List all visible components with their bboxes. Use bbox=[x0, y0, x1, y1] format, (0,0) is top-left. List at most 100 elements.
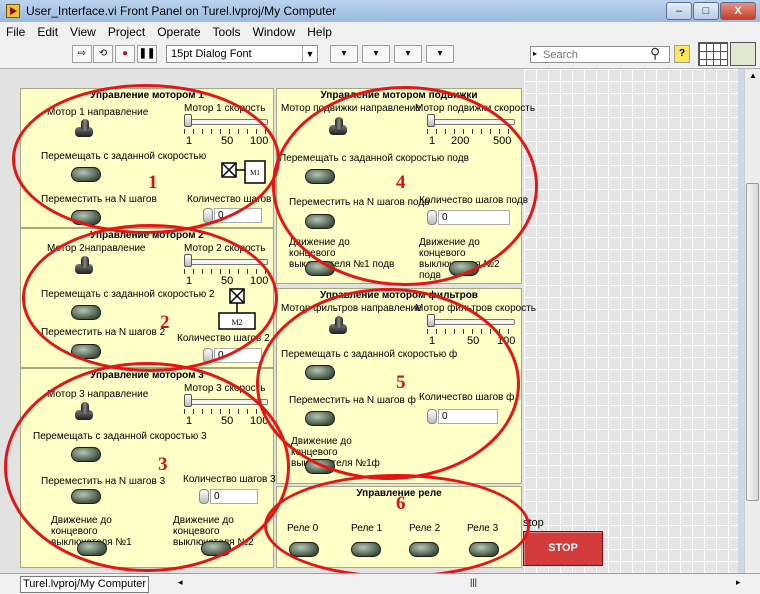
move-speed-label: Перемещать с заданной скоростью ф bbox=[281, 349, 458, 360]
limit-switch-2-button[interactable] bbox=[201, 541, 231, 556]
project-path: Turel.lvproj/My Computer bbox=[20, 576, 150, 593]
run-arrow-icon[interactable]: ⇨ bbox=[72, 45, 92, 63]
window-title: User_Interface.vi Front Panel on Turel.l… bbox=[26, 4, 337, 18]
abort-icon[interactable]: ● bbox=[115, 45, 135, 63]
move-speed-label: Перемещать с заданной скоростью подв bbox=[279, 153, 469, 164]
motor-direction-toggle[interactable] bbox=[73, 402, 95, 420]
font-selector-value: 15pt Dialog Font bbox=[171, 48, 252, 60]
move-speed-button[interactable] bbox=[305, 169, 335, 184]
resize-objects-icon[interactable]: ▾ bbox=[394, 45, 422, 63]
distribute-objects-icon[interactable]: ▾ bbox=[362, 45, 390, 63]
motor-direction-toggle[interactable] bbox=[327, 117, 349, 135]
limit-switch-1-button[interactable] bbox=[77, 541, 107, 556]
menu-project[interactable]: Project bbox=[102, 22, 151, 42]
scrollbar-thumb[interactable] bbox=[746, 183, 759, 501]
steps-count-label: Количество шагов подв bbox=[419, 195, 529, 206]
steps-count-label: Количество шагов bbox=[187, 194, 272, 205]
motor-speed-slider[interactable]: 1 50 100 bbox=[427, 313, 519, 349]
cluster-title: Управление мотором подвижки bbox=[320, 90, 478, 101]
move-n-steps-button[interactable] bbox=[71, 489, 101, 504]
vi-icon[interactable] bbox=[730, 42, 756, 66]
search-input[interactable] bbox=[541, 47, 645, 62]
cluster-title: Управление мотором 3 bbox=[90, 370, 204, 381]
move-n-steps-button[interactable] bbox=[71, 210, 101, 225]
move-speed-button[interactable] bbox=[71, 447, 101, 462]
scroll-up-icon[interactable]: ▲ bbox=[749, 71, 757, 80]
run-continuously-icon[interactable]: ⟲ bbox=[93, 45, 113, 63]
cluster-motor-1: Управление мотором 1 Мотор 1 направление… bbox=[20, 88, 274, 228]
cluster-title: Управление мотором фильтров bbox=[320, 290, 478, 301]
motor-direction-toggle[interactable] bbox=[327, 316, 349, 334]
scroll-left-icon[interactable]: ◂ bbox=[178, 577, 183, 588]
move-speed-label: Перемещать с заданной скоростью 3 bbox=[33, 431, 207, 442]
cluster-motor-3: Управление мотором 3 Мотор 3 направление… bbox=[20, 368, 276, 568]
relay-0-button[interactable] bbox=[289, 542, 319, 557]
steps-count-label: Количество шагов 3 bbox=[183, 474, 276, 485]
motor-direction-toggle[interactable] bbox=[73, 119, 95, 137]
vertical-scrollbar[interactable]: ▲ bbox=[744, 69, 760, 574]
motor-speed-slider[interactable]: 1 50 100 bbox=[184, 253, 272, 289]
motor-direction-label: Мотор 3 направление bbox=[47, 389, 149, 400]
limit-switch-2-button[interactable] bbox=[449, 261, 479, 276]
annotation-number-3: 3 bbox=[158, 454, 168, 475]
menu-view[interactable]: View bbox=[64, 22, 102, 42]
search-icon[interactable]: ⚲ bbox=[650, 45, 660, 62]
move-n-steps-button[interactable] bbox=[71, 344, 101, 359]
panel-grid bbox=[524, 69, 738, 574]
motor-speed-slider[interactable]: 1 50 100 bbox=[184, 393, 272, 429]
relay-3-label: Реле 3 bbox=[467, 523, 499, 534]
relay-3-button[interactable] bbox=[469, 542, 499, 557]
labview-window: User_Interface.vi Front Panel on Turel.l… bbox=[0, 0, 760, 594]
move-speed-button[interactable] bbox=[71, 305, 101, 320]
maximize-button[interactable]: □ bbox=[693, 2, 719, 20]
font-selector[interactable]: 15pt Dialog Font ▼ bbox=[166, 45, 318, 63]
minimize-button[interactable]: – bbox=[666, 2, 692, 20]
motor-direction-label: Мотор 2направление bbox=[47, 243, 146, 254]
move-n-steps-label: Переместить на N шагов bbox=[41, 194, 157, 205]
motor-direction-toggle[interactable] bbox=[73, 256, 95, 274]
motor-direction-label: Мотор фильтров направление bbox=[281, 303, 422, 314]
menu-tools[interactable]: Tools bbox=[207, 22, 247, 42]
toolbar: ⇨ ⟲ ● ❚❚ 15pt Dialog Font ▼ ▾ ▾ ▾ ▾ ▸ ⚲ ? bbox=[0, 42, 760, 69]
steps-count-label: Количество шагов 2 bbox=[177, 333, 270, 344]
search-box[interactable]: ▸ bbox=[530, 46, 670, 63]
scroll-grip-icon[interactable]: ||| bbox=[470, 577, 477, 587]
motor-speed-slider[interactable]: 1 50 100 bbox=[184, 113, 272, 149]
move-n-steps-label: Переместить на N шагов 3 bbox=[41, 476, 166, 487]
scroll-right-icon[interactable]: ▸ bbox=[736, 577, 741, 588]
pause-icon[interactable]: ❚❚ bbox=[137, 45, 157, 63]
close-button[interactable]: X bbox=[720, 2, 756, 20]
move-speed-button[interactable] bbox=[305, 365, 335, 380]
menu-edit[interactable]: Edit bbox=[31, 22, 64, 42]
annotation-number-1: 1 bbox=[148, 172, 158, 193]
relay-2-button[interactable] bbox=[409, 542, 439, 557]
relay-2-label: Реле 2 bbox=[409, 523, 441, 534]
limit-switch-1-button[interactable] bbox=[305, 261, 335, 276]
menu-window[interactable]: Window bbox=[247, 22, 302, 42]
motor-diagram-icon: M1 bbox=[221, 160, 266, 184]
connector-pane-icon[interactable] bbox=[698, 42, 728, 66]
motor-diagram-icon: M2 bbox=[218, 288, 256, 330]
svg-text:M1: M1 bbox=[250, 169, 260, 177]
steps-count-label: Количество шагов ф bbox=[419, 392, 515, 403]
align-objects-icon[interactable]: ▾ bbox=[330, 45, 358, 63]
title-bar: User_Interface.vi Front Panel on Turel.l… bbox=[0, 0, 760, 22]
menu-help[interactable]: Help bbox=[301, 22, 338, 42]
svg-text:M2: M2 bbox=[231, 318, 242, 327]
relay-1-label: Реле 1 bbox=[351, 523, 383, 534]
motor-speed-slider[interactable]: 1 200 500 bbox=[427, 113, 519, 149]
relay-1-button[interactable] bbox=[351, 542, 381, 557]
context-help-icon[interactable]: ? bbox=[674, 45, 690, 63]
move-speed-button[interactable] bbox=[71, 167, 101, 182]
move-n-steps-button[interactable] bbox=[305, 214, 335, 229]
move-n-steps-label: Переместить на N шагов подв bbox=[289, 197, 430, 208]
reorder-icon[interactable]: ▾ bbox=[426, 45, 454, 63]
menu-file[interactable]: File bbox=[0, 22, 31, 42]
cluster-motor-2: Управление мотором 2 Мотор 2направление … bbox=[20, 228, 274, 368]
annotation-number-6: 6 bbox=[396, 493, 406, 514]
cluster-title: Управление мотором 2 bbox=[90, 230, 204, 241]
menu-operate[interactable]: Operate bbox=[151, 22, 206, 42]
move-n-steps-button[interactable] bbox=[305, 411, 335, 426]
limit-switch-1-button[interactable] bbox=[305, 459, 335, 474]
stop-button[interactable]: STOP bbox=[523, 531, 603, 566]
